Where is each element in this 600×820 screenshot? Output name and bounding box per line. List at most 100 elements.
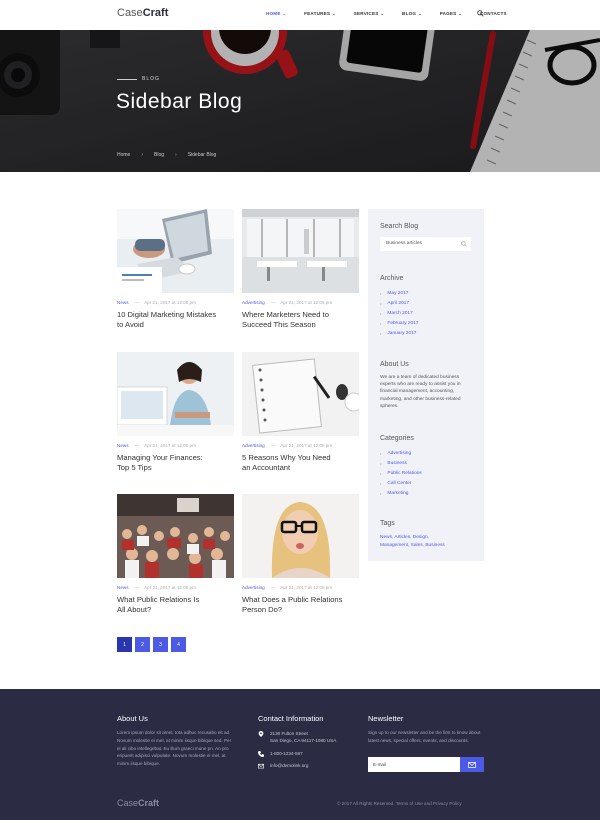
footer-logo-light: Case xyxy=(117,798,139,808)
address-line: San Diego, CA 94117-1080 USA xyxy=(270,738,337,744)
search-input[interactable]: Business articles xyxy=(380,237,471,251)
post-title[interactable]: What Does a Public Relations Person Do? xyxy=(242,595,359,615)
archive-item-label: February 2017 xyxy=(387,320,419,326)
bullet-icon: • xyxy=(380,310,382,316)
search-icon[interactable] xyxy=(461,241,467,247)
nav-home[interactable]: HOME ⌄ xyxy=(266,11,286,16)
search-icon[interactable] xyxy=(477,10,484,17)
category-item[interactable]: • Advertising xyxy=(380,448,422,458)
category-item[interactable]: • Marketing xyxy=(380,488,422,498)
post-card: Advertising — Apr 21, 2017 at 12:05 pm Whe… xyxy=(242,209,359,330)
email-address: info@demolink.org xyxy=(270,763,309,768)
post-title-line: 10 Digital Marketing Mistakes xyxy=(117,310,217,319)
archive-item[interactable]: • March 2017 xyxy=(380,308,419,318)
post-meta: Advertising — Apr 21, 2017 at 12:05 pm xyxy=(242,585,359,590)
post-title-line: 5 Reasons Why You Need xyxy=(242,453,331,462)
page-2-button[interactable]: 2 xyxy=(135,637,150,652)
nav-blog[interactable]: BLOG ⌄ xyxy=(402,11,422,16)
archive-item[interactable]: • May 2017 xyxy=(380,288,419,298)
newsletter-text: Sign up to our newsletter and be the fir… xyxy=(368,730,481,743)
meta-separator: — xyxy=(134,300,140,305)
archive-item[interactable]: • April 2017 xyxy=(380,298,419,308)
pagination: 1 2 3 4 xyxy=(117,637,186,652)
post-title[interactable]: Where Marketers Need to Succeed This Seas… xyxy=(242,310,359,330)
footer-contact-heading: Contact Information xyxy=(258,714,324,723)
site-logo[interactable]: CaseCraft xyxy=(117,7,168,19)
mail-icon xyxy=(468,761,476,768)
category-item[interactable]: • Business xyxy=(380,458,422,468)
post-category[interactable]: Advertising xyxy=(242,585,265,590)
post-meta: News — Apr 21, 2017 at 12:05 pm xyxy=(117,585,234,590)
category-item[interactable]: • Call Center xyxy=(380,478,422,488)
chevron-down-icon: ⌄ xyxy=(418,11,422,16)
archive-item-label: March 2017 xyxy=(387,310,413,316)
page-4-button[interactable]: 4 xyxy=(171,637,186,652)
sidebar-tags-heading: Tags xyxy=(380,520,395,527)
post-thumbnail-woman-computer[interactable] xyxy=(117,352,234,436)
post-meta: News — Apr 21, 2017 at 12:05 pm xyxy=(117,300,234,305)
post-thumbnail-office[interactable] xyxy=(242,209,359,293)
post-title[interactable]: What Public Relations Is All About? xyxy=(117,595,234,615)
post-meta: News — Apr 21, 2017 at 12:05 pm xyxy=(117,443,234,448)
footer-address: 2130 Fulton Street San Diego, CA 94117-10… xyxy=(258,730,336,744)
post-thumbnail-notebook[interactable] xyxy=(242,352,359,436)
category-item-label: Marketing xyxy=(387,490,409,496)
chevron-down-icon: ⌄ xyxy=(458,11,462,16)
tags-list[interactable]: News, Articles, Design, Management, Sale… xyxy=(380,534,475,550)
footer-logo[interactable]: CaseCraft xyxy=(117,798,159,808)
bullet-icon: • xyxy=(380,460,382,466)
page-1-button[interactable]: 1 xyxy=(117,637,132,652)
sidebar-about-text: We are a team of dedicated business expe… xyxy=(380,375,461,409)
meta-separator: — xyxy=(134,585,140,590)
post-category[interactable]: News xyxy=(117,585,129,590)
nav-features-label: FEATURES xyxy=(304,11,331,16)
post-date: Apr 21, 2017 at 12:05 pm xyxy=(144,585,196,590)
post-meta: Advertising — Apr 21, 2017 at 12:05 pm xyxy=(242,300,359,305)
phone-icon xyxy=(258,751,264,757)
category-item[interactable]: • Public Relations xyxy=(380,468,422,478)
footer-phone[interactable]: 1-800-1234-567 xyxy=(258,750,303,757)
breadcrumb-blog[interactable]: Blog xyxy=(154,152,164,158)
breadcrumb-home[interactable]: Home xyxy=(117,152,130,158)
blog-sidebar: Search Blog Business articles Archive • M… xyxy=(368,209,484,561)
nav-services[interactable]: SERVICES ⌄ xyxy=(354,11,384,16)
post-title[interactable]: 10 Digital Marketing Mistakes to Avoid xyxy=(117,310,234,330)
post-category[interactable]: News xyxy=(117,300,129,305)
post-title-line: All About? xyxy=(117,605,152,614)
post-card: News — Apr 21, 2017 at 12:05 pm What Publi… xyxy=(117,494,234,615)
post-thumbnail-audience[interactable] xyxy=(117,494,234,578)
footer-newsletter-heading: Newsletter xyxy=(368,714,404,723)
post-category[interactable]: News xyxy=(117,443,129,448)
post-meta: Advertising — Apr 21, 2017 at 12:05 pm xyxy=(242,443,359,448)
tags-line: Management, Sales, Business xyxy=(380,543,445,548)
post-category[interactable]: Advertising xyxy=(242,300,265,305)
bullet-icon: • xyxy=(380,480,382,486)
archive-item-label: January 2017 xyxy=(387,330,417,336)
nav-contacts[interactable]: CONTACTS xyxy=(480,11,507,16)
bullet-icon: • xyxy=(380,490,382,496)
footer-about-text: Lorem ipsum dolor sit amet, tota adhuc r… xyxy=(117,730,232,767)
chevron-down-icon: ⌄ xyxy=(332,11,336,16)
nav-pages[interactable]: PAGES ⌄ xyxy=(440,11,462,16)
footer-email[interactable]: info@demolink.org xyxy=(258,762,308,769)
post-title-line: an Accountant xyxy=(242,463,291,472)
bullet-icon: • xyxy=(380,320,382,326)
archive-item[interactable]: • February 2017 xyxy=(380,318,419,328)
post-title[interactable]: 5 Reasons Why You Need an Accountant xyxy=(242,453,359,473)
post-title-line: What Public Relations Is xyxy=(117,595,200,604)
tags-line: News, Articles, Design, xyxy=(380,535,430,540)
meta-separator: — xyxy=(270,300,276,305)
logo-bold-text: Craft xyxy=(142,7,169,19)
post-category[interactable]: Advertising xyxy=(242,443,265,448)
nav-features[interactable]: FEATURES ⌄ xyxy=(304,11,336,16)
site-header: CaseCraft HOME ⌄ FEATURES ⌄ SERVICES ⌄ BLOG… xyxy=(0,0,600,30)
post-title[interactable]: Managing Your Finances: Top 5 Tips xyxy=(117,453,234,473)
logo-light-text: Case xyxy=(117,7,143,19)
newsletter-email-input[interactable]: E-mail xyxy=(368,757,460,772)
newsletter-submit-button[interactable] xyxy=(460,757,484,772)
archive-item[interactable]: • January 2017 xyxy=(380,328,419,338)
post-card: News — Apr 21, 2017 at 12:05 pm Managing Y… xyxy=(117,352,234,473)
page-3-button[interactable]: 3 xyxy=(153,637,168,652)
post-thumbnail-laptop[interactable] xyxy=(117,209,234,293)
post-thumbnail-woman-glasses[interactable] xyxy=(242,494,359,578)
